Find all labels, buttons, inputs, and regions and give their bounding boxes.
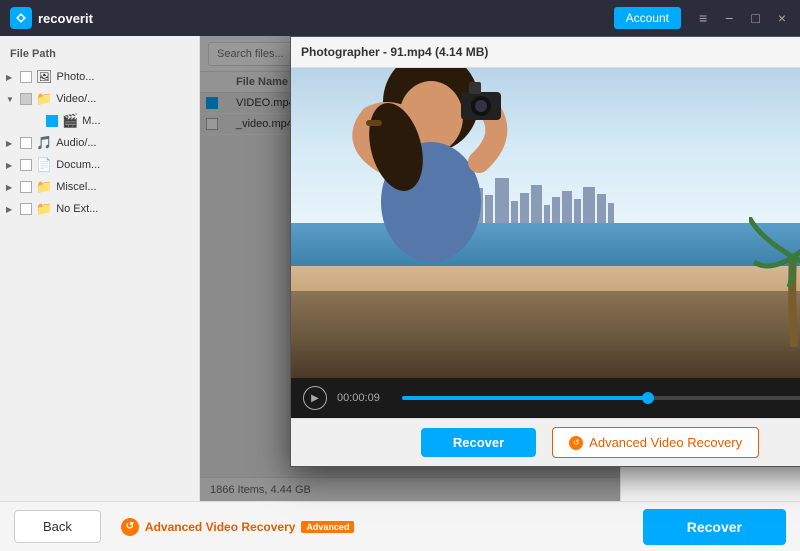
noext-chevron-icon: ▶	[6, 205, 16, 214]
audio-folder-icon: 🎵	[36, 135, 52, 151]
advanced-video-recovery-bottom-label: Advanced Video Recovery	[145, 520, 296, 534]
videos-checkbox[interactable]	[20, 93, 32, 105]
building	[552, 197, 560, 223]
noext-folder-icon: 📁	[36, 201, 52, 217]
video-scene	[291, 68, 800, 378]
sidebar-label-audio: Audio/...	[56, 137, 96, 149]
app-logo: recoverit	[10, 7, 93, 29]
building	[562, 191, 572, 223]
photos-checkbox[interactable]	[20, 71, 32, 83]
video-actions: Recover ↺ Advanced Video Recovery	[291, 418, 800, 466]
sidebar-item-misc[interactable]: ▶ 📁 Miscel...	[0, 176, 199, 198]
chevron-down-icon: ▼	[6, 95, 16, 104]
audio-chevron-icon: ▶	[6, 139, 16, 148]
advanced-recovery-icon: ↺	[569, 436, 583, 450]
person-figure	[321, 68, 541, 322]
documents-folder-icon: 📄	[36, 157, 52, 173]
misc-checkbox[interactable]	[20, 181, 32, 193]
sidebar-header: File Path	[0, 44, 199, 66]
sidebar-label-documents: Docum...	[56, 159, 100, 171]
advanced-recovery-section: ↺ Advanced Video Recovery Advanced	[121, 518, 355, 536]
sidebar-label-misc: Miscel...	[56, 181, 96, 193]
sidebar-item-video-sub[interactable]: 🎬 M...	[0, 110, 199, 132]
sidebar-item-noext[interactable]: ▶ 📁 No Ext...	[0, 198, 199, 220]
video-modal: Photographer - 91.mp4 (4.14 MB) ×	[290, 36, 800, 467]
bottom-bar: Back ↺ Advanced Video Recovery Advanced …	[0, 501, 800, 551]
video-frame	[291, 68, 800, 378]
recover-main-button[interactable]: Recover	[643, 509, 786, 545]
advanced-video-recovery-modal-button[interactable]: ↺ Advanced Video Recovery	[552, 427, 759, 458]
documents-chevron-icon: ▶	[6, 161, 16, 170]
progress-bar[interactable]	[402, 396, 800, 400]
sidebar-item-photos[interactable]: ▶ 🖼 Photo...	[0, 66, 199, 88]
building	[544, 205, 550, 223]
sidebar-label-video-sub: M...	[82, 115, 100, 127]
advanced-recovery-bottom-icon: ↺	[121, 518, 139, 536]
building	[574, 199, 581, 223]
building	[608, 203, 614, 223]
sidebar-label-videos: Video/...	[56, 93, 96, 105]
building	[597, 194, 606, 223]
sidebar-label-noext: No Ext...	[56, 203, 98, 215]
sidebar-item-audio[interactable]: ▶ 🎵 Audio/...	[0, 132, 199, 154]
advanced-badge: Advanced	[301, 521, 354, 533]
minimize-button[interactable]: −	[721, 9, 737, 27]
documents-checkbox[interactable]	[20, 159, 32, 171]
sidebar-item-documents[interactable]: ▶ 📄 Docum...	[0, 154, 199, 176]
folder-icon: 🖼	[36, 69, 53, 85]
maximize-button[interactable]: □	[747, 9, 763, 27]
current-time: 00:00:09	[337, 392, 392, 404]
sidebar-label-photos: Photo...	[57, 71, 95, 83]
noext-checkbox[interactable]	[20, 203, 32, 215]
progress-fill	[402, 396, 648, 400]
video-sub-icon: 🎬	[62, 113, 78, 129]
video-modal-titlebar: Photographer - 91.mp4 (4.14 MB) ×	[291, 37, 800, 68]
video-controls: ▶ 00:00:09 00:00:06	[291, 378, 800, 418]
app-title: recoverit	[38, 11, 93, 26]
advanced-video-recovery-label: Advanced Video Recovery	[589, 435, 742, 450]
sidebar-item-videos[interactable]: ▼ 📁 Video/...	[0, 88, 199, 110]
audio-checkbox[interactable]	[20, 137, 32, 149]
back-button[interactable]: Back	[14, 510, 101, 543]
chevron-right-icon: ▶	[6, 73, 16, 82]
window-controls: ≡ − □ ×	[695, 9, 790, 27]
video-folder-icon: 📁	[36, 91, 52, 107]
progress-dot	[642, 392, 654, 404]
building	[583, 187, 595, 223]
account-button[interactable]: Account	[614, 7, 681, 29]
play-button[interactable]: ▶	[303, 386, 327, 410]
logo-icon	[10, 7, 32, 29]
palm-tree	[749, 217, 800, 347]
video-sub-checkbox[interactable]	[46, 115, 58, 127]
video-overlay: Photographer - 91.mp4 (4.14 MB) ×	[200, 36, 800, 501]
close-button[interactable]: ×	[774, 9, 790, 27]
misc-chevron-icon: ▶	[6, 183, 16, 192]
sidebar: File Path ▶ 🖼 Photo... ▼ 📁 Video/... 🎬 M…	[0, 36, 200, 501]
video-modal-title: Photographer - 91.mp4 (4.14 MB)	[301, 45, 488, 59]
title-bar: recoverit Account ≡ − □ ×	[0, 0, 800, 36]
hamburger-button[interactable]: ≡	[695, 9, 711, 27]
main-area: File Path ▶ 🖼 Photo... ▼ 📁 Video/... 🎬 M…	[0, 36, 800, 501]
misc-folder-icon: 📁	[36, 179, 52, 195]
recover-modal-button[interactable]: Recover	[421, 428, 536, 457]
